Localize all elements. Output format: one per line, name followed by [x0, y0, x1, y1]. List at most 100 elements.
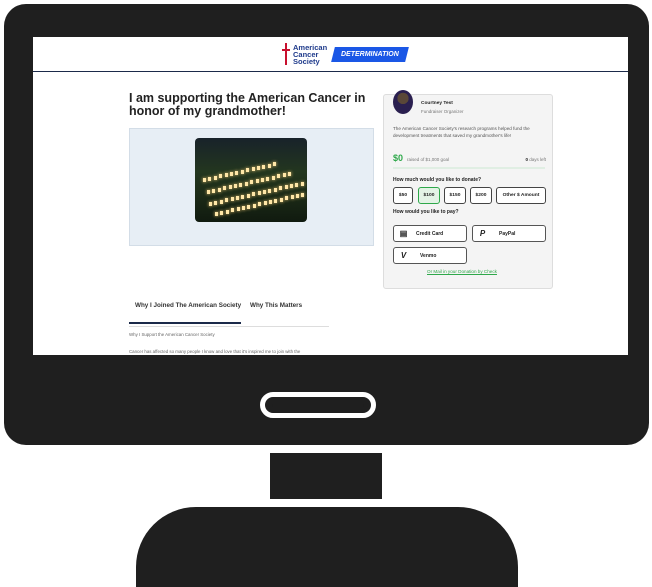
luminaria-light	[224, 173, 228, 178]
logo-wordmark: American Cancer Society	[293, 42, 328, 66]
luminaria-light	[235, 170, 239, 175]
luminaria-light	[203, 178, 206, 182]
luminaria-light	[231, 208, 235, 213]
luminaria-light	[230, 172, 233, 176]
luminaria-light	[262, 164, 266, 169]
luminaria-light	[271, 175, 275, 180]
story-heading: Why I Support the American Cancer Societ…	[129, 332, 215, 337]
luminaria-light	[212, 188, 216, 193]
luminaria-light	[300, 181, 304, 186]
luminaria-light	[236, 207, 240, 212]
paypal-icon: P	[479, 229, 486, 238]
luminaria-light	[225, 209, 229, 214]
donation-card: Courtney Test Fundraiser Organizer The A…	[383, 90, 553, 289]
organizer-name: Courtney Test	[421, 101, 453, 106]
active-tab-indicator	[129, 322, 241, 324]
monitor-power-button	[260, 392, 376, 418]
luminaria-light	[284, 185, 288, 190]
luminaria-light	[208, 176, 212, 181]
luminaria-light	[290, 184, 293, 188]
luminaria-light	[247, 204, 251, 209]
amount-150-button[interactable]: $150	[444, 187, 466, 204]
luminaria-light	[267, 163, 271, 168]
site-logo[interactable]: American Cancer Society DETERMINATION	[282, 42, 409, 66]
luminaria-light	[263, 190, 266, 194]
luminaria-light	[214, 200, 218, 205]
luminaria-light	[285, 196, 289, 201]
luminaria-light	[296, 194, 299, 198]
luminaria-light	[230, 197, 234, 202]
monitor-stand-neck	[270, 453, 382, 499]
luminaria-light	[273, 162, 277, 167]
luminaria-light	[252, 192, 256, 197]
sword-icon	[282, 43, 290, 65]
avatar	[393, 90, 413, 114]
luminaria-light	[257, 166, 260, 170]
luminaria-light	[225, 198, 229, 203]
luminaria-light	[290, 195, 294, 200]
luminaria-light	[207, 190, 210, 194]
amount-100-button[interactable]: $100	[418, 187, 440, 204]
amount-200-button[interactable]: $200	[470, 187, 492, 204]
luminaria-light	[236, 196, 239, 200]
progress-bar	[393, 167, 545, 169]
luminaria-light	[244, 181, 248, 186]
luminaria-light	[279, 197, 283, 202]
raised-amount: $0	[393, 153, 404, 163]
luminaria-light	[246, 168, 250, 173]
campaign-description: The American Cancer Society's research p…	[393, 126, 530, 138]
luminaria-light	[219, 199, 223, 204]
luminaria-light	[239, 182, 243, 187]
pay-question: How would you like to pay?	[393, 209, 459, 215]
luminaria-light	[223, 186, 227, 191]
goal-text: raised of $1,000 goal	[407, 157, 450, 162]
luminaria-light	[277, 174, 281, 179]
luminaria-light	[261, 178, 264, 182]
luminaria-light	[258, 202, 262, 207]
luminaria-light	[220, 210, 224, 215]
other-amount-button[interactable]: Other $ Amount	[496, 187, 546, 204]
luminaria-light	[241, 194, 245, 199]
luminaria-light	[269, 200, 272, 204]
paypal-button[interactable]: P PayPal	[472, 225, 546, 242]
luminaria-light	[252, 203, 256, 208]
luminaria-light	[217, 187, 221, 192]
venmo-button[interactable]: V Venmo	[393, 247, 467, 264]
luminaria-light	[274, 198, 278, 203]
campaign-badge: DETERMINATION	[331, 46, 409, 62]
monitor-stand-base	[136, 507, 518, 587]
site-header: American Cancer Society DETERMINATION	[33, 37, 628, 72]
luminaria-light	[301, 192, 305, 197]
credit-card-icon: ▤	[399, 229, 408, 238]
luminaria-light	[219, 174, 223, 179]
media-panel	[129, 128, 374, 246]
luminaria-photo	[195, 138, 307, 222]
luminaria-light	[209, 202, 212, 206]
screen: American Cancer Society DETERMINATION I …	[33, 37, 628, 355]
page-title: I am supporting the American Cancer in h…	[129, 91, 366, 118]
luminaria-light	[215, 212, 218, 216]
luminaria-light	[250, 180, 254, 185]
luminaria-light	[273, 187, 277, 192]
story-paragraph: Cancer has affected so many people I kno…	[129, 349, 301, 354]
credit-card-button[interactable]: ▤ Credit Card	[393, 225, 467, 242]
luminaria-light	[282, 173, 286, 178]
mail-check-link[interactable]: Or Mail in your Donation by Check	[427, 269, 497, 274]
luminaria-light	[246, 193, 250, 198]
tab-why-this-matters[interactable]: Why This Matters	[250, 302, 302, 309]
story-tabs: Why I Joined The American Society Why Th…	[129, 296, 329, 327]
luminaria-light	[268, 188, 272, 193]
tab-why-i-joined[interactable]: Why I Joined The American Society	[135, 302, 241, 309]
amount-50-button[interactable]: $50	[393, 187, 413, 204]
luminaria-light	[266, 176, 270, 181]
luminaria-light	[263, 201, 267, 206]
luminaria-light	[242, 206, 245, 210]
luminaria-light	[228, 185, 232, 190]
luminaria-light	[240, 169, 244, 174]
venmo-icon: V	[400, 251, 407, 260]
luminaria-light	[295, 182, 299, 187]
luminaria-light	[251, 167, 255, 172]
organizer-role: Fundraiser Organizer	[421, 109, 464, 114]
luminaria-light	[288, 172, 291, 176]
luminaria-light	[257, 191, 261, 196]
